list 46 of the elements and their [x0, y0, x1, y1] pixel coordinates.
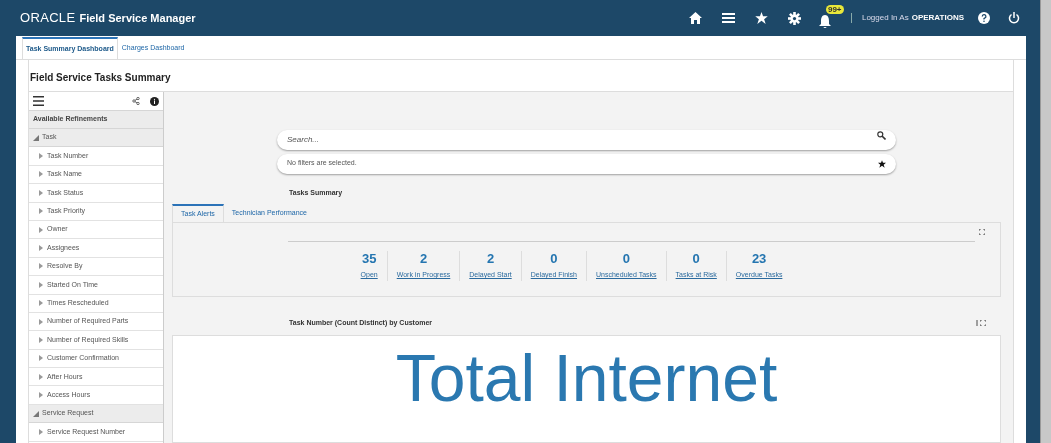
metric-value: 35 — [361, 251, 377, 267]
collapsed-triangle-icon — [38, 226, 44, 233]
home-icon[interactable] — [688, 12, 702, 24]
metric-value: 23 — [751, 251, 767, 267]
collapsed-triangle-icon — [38, 318, 44, 325]
collapsed-triangle-icon — [38, 355, 44, 362]
metric-value: 0 — [692, 251, 700, 267]
word-cloud-word: Total Internet — [395, 340, 778, 417]
collapsed-triangle-icon — [38, 245, 44, 252]
collapsed-triangle-icon — [38, 281, 44, 288]
menu-icon[interactable] — [721, 13, 735, 23]
metric-value: 2 — [419, 251, 428, 267]
settings-icon[interactable] — [787, 11, 801, 25]
collapsed-triangle-icon — [38, 153, 44, 160]
search-icon[interactable] — [877, 130, 886, 140]
expanded-triangle-icon — [33, 134, 39, 141]
collapsed-triangle-icon — [38, 189, 44, 196]
collapsed-triangle-icon — [38, 337, 44, 343]
search-field[interactable]: Search... — [277, 129, 896, 150]
expanded-triangle-icon — [33, 410, 39, 417]
metric-value: 0 — [622, 251, 630, 267]
metric-value: 0 — [550, 251, 558, 267]
power-icon[interactable] — [1008, 12, 1020, 24]
page-title: Field Service Tasks Summary — [29, 71, 172, 85]
bell-icon[interactable] — [818, 15, 831, 28]
star-icon[interactable] — [754, 12, 768, 24]
help-icon[interactable] — [978, 12, 990, 24]
collapsed-triangle-icon — [38, 428, 44, 435]
metric-value: 2 — [486, 251, 495, 267]
collapsed-triangle-icon — [38, 300, 44, 307]
expand-icon[interactable] — [980, 320, 986, 326]
oracle-logo: ORACLE — [20, 9, 76, 28]
share-icon[interactable] — [132, 97, 140, 105]
logged-in-label: Logged In As — [861, 12, 909, 24]
collapsed-triangle-icon — [38, 263, 44, 270]
collapsed-triangle-icon — [38, 208, 44, 215]
collapsed-triangle-icon — [38, 171, 44, 178]
collapsed-triangle-icon — [38, 373, 44, 380]
app-title: Field Service Manager — [79, 10, 196, 26]
info-icon[interactable] — [150, 96, 159, 106]
collapsed-triangle-icon — [38, 392, 44, 399]
user-name: OPERATIONS — [911, 12, 964, 24]
expand-icon[interactable] — [979, 229, 985, 235]
menu-icon[interactable] — [33, 96, 44, 106]
notification-badge: 99+ — [825, 5, 844, 14]
star-icon[interactable] — [878, 159, 886, 168]
